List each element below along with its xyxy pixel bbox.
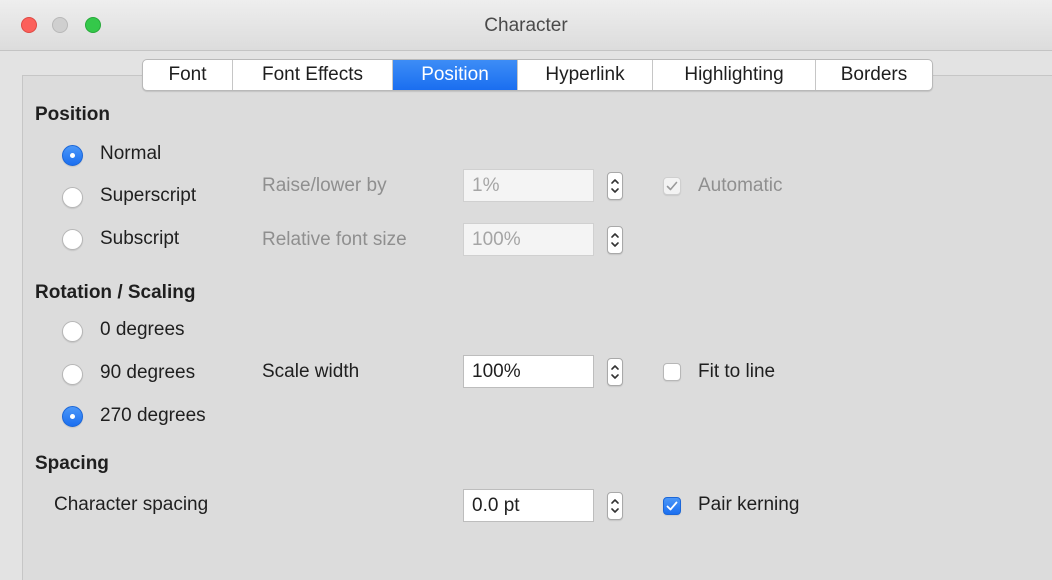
raise-lower-stepper[interactable] xyxy=(607,172,623,200)
fit-to-line-checkbox[interactable] xyxy=(663,363,681,381)
rotation-scaling-heading: Rotation / Scaling xyxy=(35,282,196,303)
tab-font-effects[interactable]: Font Effects xyxy=(232,60,392,90)
tab-highlighting[interactable]: Highlighting xyxy=(652,60,815,90)
checkmark-icon xyxy=(666,181,678,191)
radio-superscript[interactable] xyxy=(62,187,83,208)
automatic-checkbox[interactable] xyxy=(663,177,681,195)
radio-normal-label: Normal xyxy=(100,143,162,164)
raise-lower-field[interactable] xyxy=(463,169,594,202)
spacing-heading: Spacing xyxy=(35,453,109,474)
stepper-arrows-icon xyxy=(611,179,619,193)
radio-0-degrees-label: 0 degrees xyxy=(100,319,185,340)
relative-font-size-label: Relative font size xyxy=(262,229,407,250)
radio-270-degrees-label: 270 degrees xyxy=(100,405,206,426)
character-dialog: Character Font Font Effects Position Hyp… xyxy=(0,0,1052,580)
scale-width-field[interactable] xyxy=(463,355,594,388)
radio-subscript-label: Subscript xyxy=(100,228,180,249)
radio-270-degrees[interactable] xyxy=(62,406,83,427)
pair-kerning-label: Pair kerning xyxy=(698,494,800,515)
character-spacing-stepper[interactable] xyxy=(607,492,623,520)
checkmark-icon xyxy=(666,501,678,511)
character-spacing-label: Character spacing xyxy=(54,494,209,515)
stepper-arrows-icon xyxy=(611,365,619,379)
raise-lower-label: Raise/lower by xyxy=(262,175,387,196)
window-title: Character xyxy=(484,15,568,36)
tab-hyperlink[interactable]: Hyperlink xyxy=(517,60,652,90)
scale-width-label: Scale width xyxy=(262,361,360,382)
tab-position[interactable]: Position xyxy=(392,60,517,90)
stepper-arrows-icon xyxy=(611,233,619,247)
position-heading: Position xyxy=(35,104,110,125)
relative-font-size-stepper[interactable] xyxy=(607,226,623,254)
radio-0-degrees[interactable] xyxy=(62,321,83,342)
fit-to-line-label: Fit to line xyxy=(698,361,776,382)
automatic-label: Automatic xyxy=(698,175,783,196)
stepper-arrows-icon xyxy=(611,499,619,513)
scale-width-stepper[interactable] xyxy=(607,358,623,386)
tab-font[interactable]: Font xyxy=(143,60,232,90)
radio-superscript-label: Superscript xyxy=(100,185,197,206)
radio-subscript[interactable] xyxy=(62,229,83,250)
pair-kerning-checkbox[interactable] xyxy=(663,497,681,515)
radio-normal[interactable] xyxy=(62,145,83,166)
radio-90-degrees-label: 90 degrees xyxy=(100,362,196,383)
tab-bar: Font Font Effects Position Hyperlink Hig… xyxy=(142,59,933,91)
tab-borders[interactable]: Borders xyxy=(815,60,932,90)
relative-font-size-field[interactable] xyxy=(463,223,594,256)
character-spacing-field[interactable] xyxy=(463,489,594,522)
radio-90-degrees[interactable] xyxy=(62,364,83,385)
title-bar: Character xyxy=(0,0,1052,51)
